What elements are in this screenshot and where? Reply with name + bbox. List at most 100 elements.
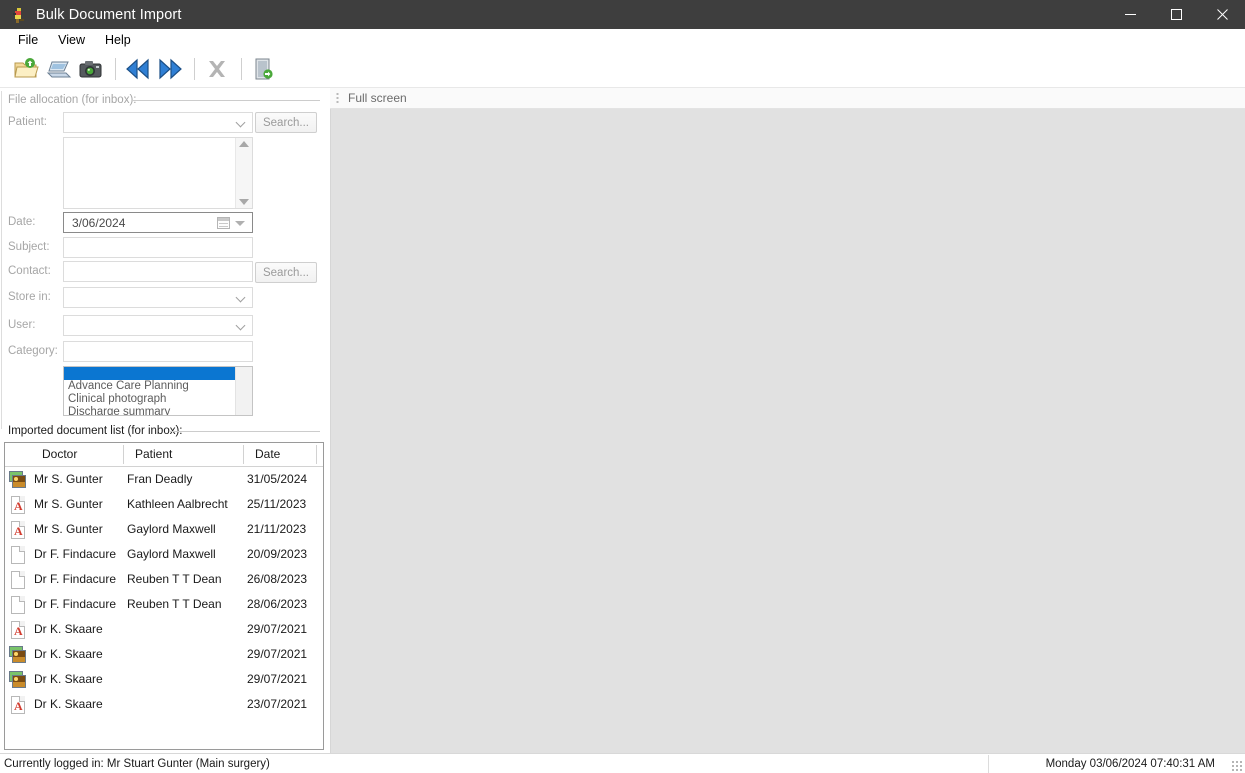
column-header-doctor[interactable]: Doctor [34, 443, 122, 466]
user-label: User: [8, 319, 36, 331]
table-row[interactable]: Dr F. Findacure Gaylord Maxwell 20/09/20… [5, 542, 323, 567]
table-row[interactable]: Mr S. Gunter Fran Deadly 31/05/2024 [5, 467, 323, 492]
cell-date: 31/05/2024 [247, 472, 308, 486]
scroll-up-arrow-icon[interactable] [239, 141, 249, 147]
category-input[interactable] [63, 341, 253, 362]
table-row[interactable]: Dr F. Findacure Reuben T T Dean 28/06/20… [5, 592, 323, 617]
category-option[interactable]: Advance Care Planning [64, 380, 235, 393]
cell-doctor: Mr S. Gunter [34, 497, 103, 511]
close-button[interactable] [1199, 0, 1245, 29]
calendar-icon[interactable] [217, 216, 230, 229]
store-in-label: Store in: [8, 291, 51, 303]
cell-patient [127, 692, 242, 717]
menu-bar: File View Help [0, 29, 1245, 51]
bulk-document-import-window: Bulk Document Import File View Help File… [0, 0, 1245, 773]
cell-patient: Reuben T T Dean [127, 597, 222, 611]
menu-view[interactable]: View [48, 31, 95, 49]
cell-patient: Kathleen Aalbrecht [127, 497, 228, 511]
scanner-icon[interactable] [44, 54, 74, 84]
table-row[interactable]: Dr K. Skaare 29/07/2021 [5, 642, 323, 667]
blank-file-icon [8, 595, 28, 615]
patient-search-button[interactable]: Search... [255, 112, 317, 133]
fast-forward-icon[interactable] [155, 54, 185, 84]
contact-label: Contact: [8, 265, 51, 277]
cell-date: 23/07/2021 [247, 697, 308, 711]
subject-input[interactable] [63, 237, 253, 258]
table-row[interactable]: A Mr S. Gunter Gaylord Maxwell 21/11/202… [5, 517, 323, 542]
minimize-button[interactable] [1107, 0, 1153, 29]
table-row[interactable]: A Dr K. Skaare 29/07/2021 [5, 617, 323, 642]
table-row[interactable]: A Dr K. Skaare 23/07/2021 [5, 692, 323, 717]
category-option[interactable] [64, 367, 235, 380]
subject-label: Subject: [8, 241, 50, 253]
category-label: Category: [8, 345, 58, 357]
cell-doctor: Mr S. Gunter [34, 472, 103, 486]
table-row[interactable]: Dr F. Findacure Reuben T T Dean 26/08/20… [5, 567, 323, 592]
cell-doctor: Dr K. Skaare [34, 672, 103, 686]
date-dropdown-arrow-icon[interactable] [235, 220, 245, 226]
date-label: Date: [8, 216, 36, 228]
table-row[interactable]: Dr K. Skaare 29/07/2021 [5, 667, 323, 692]
open-folder-icon[interactable] [12, 54, 42, 84]
maximize-button[interactable] [1153, 0, 1199, 29]
cell-doctor: Dr K. Skaare [34, 647, 103, 661]
cell-date: 21/11/2023 [247, 522, 307, 536]
window-controls [1107, 0, 1245, 29]
fullscreen-bar: Full screen [330, 88, 1245, 109]
document-viewer-area[interactable] [330, 109, 1245, 753]
group-rule [170, 431, 320, 432]
patient-results-scrollbar[interactable] [235, 138, 252, 208]
patient-results-list[interactable] [63, 137, 253, 209]
cell-patient [127, 642, 242, 667]
store-in-combo[interactable] [63, 287, 253, 308]
column-header-date[interactable]: Date [247, 443, 319, 466]
cell-patient: Gaylord Maxwell [127, 547, 216, 561]
cell-date: 20/09/2023 [247, 547, 308, 561]
pdf-file-icon: A [8, 620, 28, 640]
exit-door-icon[interactable] [249, 54, 279, 84]
pdf-file-icon: A [8, 695, 28, 715]
column-header-patient[interactable]: Patient [127, 443, 242, 466]
menu-help[interactable]: Help [95, 31, 141, 49]
bird-logo-icon [11, 7, 27, 23]
cell-patient [127, 617, 242, 642]
scroll-down-arrow-icon[interactable] [239, 199, 249, 205]
chevron-down-icon [237, 118, 246, 127]
image-file-icon [8, 645, 28, 665]
blank-file-icon [8, 545, 28, 565]
camera-icon[interactable] [76, 54, 106, 84]
contact-search-button[interactable]: Search... [255, 262, 317, 283]
title-bar: Bulk Document Import [0, 0, 1245, 29]
imported-document-grid[interactable]: Doctor Patient Date Mr S. Gunter Fran De… [4, 442, 324, 750]
fullscreen-button[interactable]: Full screen [348, 91, 407, 105]
patient-combo[interactable] [63, 112, 253, 133]
toolbar-separator [115, 58, 116, 80]
window-title: Bulk Document Import [36, 6, 182, 23]
cell-date: 29/07/2021 [247, 622, 308, 636]
grid-header: Doctor Patient Date [5, 443, 323, 467]
status-bar: Currently logged in: Mr Stuart Gunter (M… [0, 753, 1245, 773]
date-field[interactable]: 3/06/2024 [63, 212, 253, 233]
menu-file[interactable]: File [8, 31, 48, 49]
cell-date: 26/08/2023 [247, 572, 308, 586]
cell-doctor: Dr K. Skaare [34, 622, 103, 636]
table-row[interactable]: A Mr S. Gunter Kathleen Aalbrecht 25/11/… [5, 492, 323, 517]
chevron-down-icon [237, 321, 246, 330]
cell-doctor: Dr F. Findacure [34, 597, 117, 611]
category-option[interactable]: Discharge summary [64, 406, 235, 415]
patient-label: Patient: [8, 116, 47, 128]
date-value: 3/06/2024 [72, 215, 126, 230]
category-scrollbar[interactable] [235, 367, 252, 415]
resize-grip-icon[interactable] [1231, 760, 1242, 771]
imported-list-group-label: Imported document list (for inbox): [8, 425, 183, 437]
cell-date: 28/06/2023 [247, 597, 308, 611]
category-options-list[interactable]: Advance Care Planning Clinical photograp… [63, 366, 253, 416]
cell-patient: Reuben T T Dean [127, 572, 222, 586]
user-combo[interactable] [63, 315, 253, 336]
category-option[interactable]: Clinical photograph [64, 393, 235, 406]
cell-doctor: Dr F. Findacure [34, 572, 117, 586]
rewind-icon[interactable] [123, 54, 153, 84]
drag-grip-icon[interactable] [336, 91, 339, 105]
contact-input[interactable] [63, 261, 253, 282]
cell-date: 29/07/2021 [247, 672, 308, 686]
